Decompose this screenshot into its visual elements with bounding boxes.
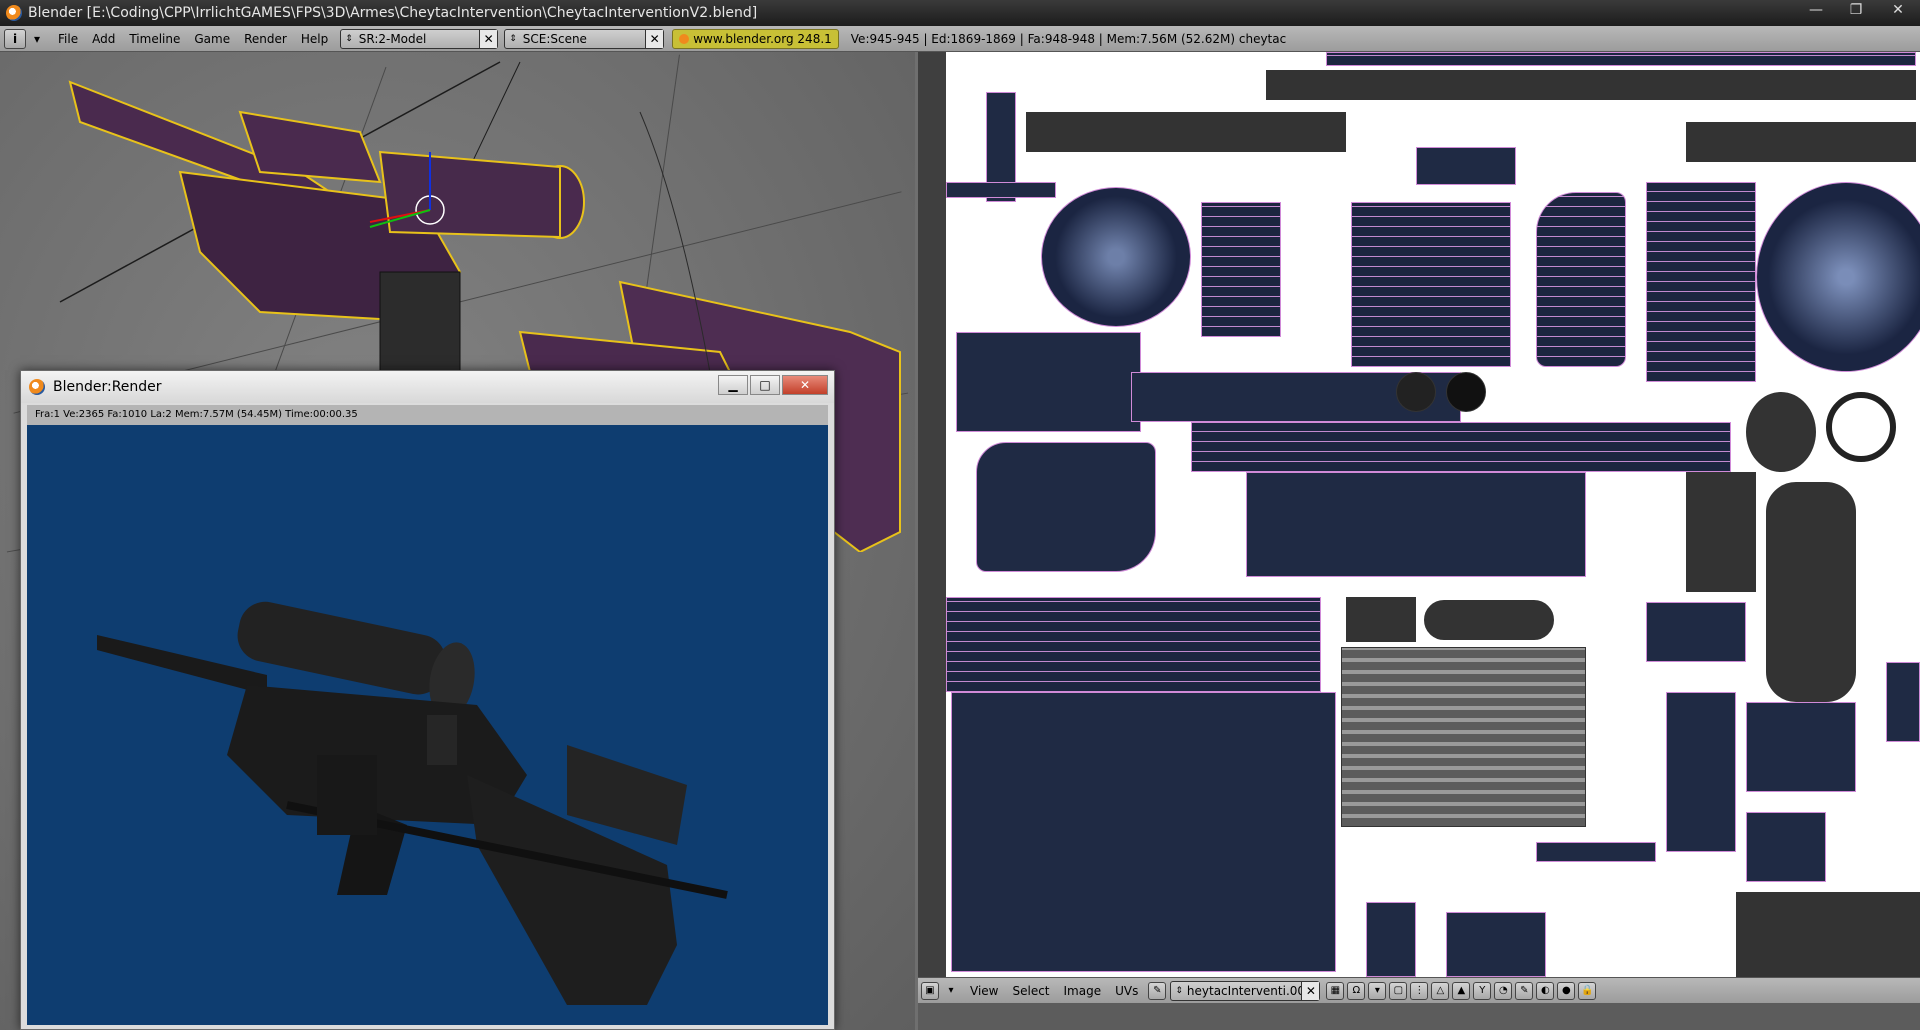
uv-texture-image[interactable] xyxy=(946,52,1920,977)
render-window[interactable]: Blender:Render ▁ □ ✕ Fra:1 Ve:2365 Fa:10… xyxy=(20,370,835,1030)
dot-icon[interactable]: ● xyxy=(1557,981,1576,1000)
blender-render-logo-icon xyxy=(29,379,45,395)
scene-selector[interactable]: ⇕ SCE:Scene ✕ xyxy=(504,28,665,49)
minimize-button[interactable]: — xyxy=(1796,0,1836,22)
uv-header-collapse-icon[interactable]: ▾ xyxy=(942,982,960,1000)
uv-image-editor[interactable] xyxy=(918,52,1920,977)
scene-stats: Ve:945-945 | Ed:1869-1869 | Fa:948-948 |… xyxy=(850,31,1287,46)
image-selector-arrow-icon: ⇕ xyxy=(1175,985,1183,996)
paint-icon[interactable]: ✎ xyxy=(1515,981,1534,1000)
render-maximize-button[interactable]: □ xyxy=(750,375,780,395)
image-selector[interactable]: ⇕ heytacInterventi.006 ✕ xyxy=(1170,980,1321,1001)
uv-menu-view[interactable]: View xyxy=(970,984,998,998)
editor-type-button[interactable]: ▣ xyxy=(921,981,939,1000)
render-close-button[interactable]: ✕ xyxy=(782,375,828,395)
rendered-rifle-image xyxy=(97,601,728,1005)
info-window-type-button[interactable]: i xyxy=(4,28,26,49)
close-button[interactable]: ✕ xyxy=(1876,0,1920,22)
menu-game[interactable]: Game xyxy=(194,32,230,46)
blender-version-label: www.blender.org 248.1 xyxy=(693,31,832,46)
render-window-titlebar[interactable]: Blender:Render ▁ □ ✕ xyxy=(21,371,834,403)
scene-name: SCE:Scene xyxy=(522,31,587,46)
blender-logo-icon xyxy=(6,5,22,21)
screen-selector[interactable]: ⇕ SR:2-Model ✕ xyxy=(340,28,499,49)
delete-screen-button[interactable]: ✕ xyxy=(479,29,498,48)
render-minimize-button[interactable]: ▁ xyxy=(718,375,748,395)
vertex-select-icon[interactable]: ▢ xyxy=(1389,981,1408,1000)
uv-menu-image[interactable]: Image xyxy=(1064,984,1102,998)
proportional-edit-icon[interactable]: ◔ xyxy=(1494,981,1513,1000)
scene-selector-arrow-icon: ⇕ xyxy=(509,33,517,44)
screen-name: SR:2-Model xyxy=(358,31,427,46)
bottom-strip xyxy=(918,1003,1920,1030)
snap-icon[interactable]: Ω xyxy=(1347,981,1366,1000)
blender-org-link[interactable]: www.blender.org 248.1 xyxy=(672,28,839,49)
screen-selector-arrow-icon: ⇕ xyxy=(345,33,353,44)
pivot-icon[interactable]: Y xyxy=(1473,981,1492,1000)
delete-scene-button[interactable]: ✕ xyxy=(645,29,664,48)
menu-render[interactable]: Render xyxy=(244,32,287,46)
menu-file[interactable]: File xyxy=(58,32,78,46)
menu-help[interactable]: Help xyxy=(301,32,328,46)
blender-logo-small-icon xyxy=(679,33,690,44)
face-select-icon[interactable]: ▲ xyxy=(1452,981,1471,1000)
sticky-select-icon[interactable]: ⋮ xyxy=(1410,981,1429,1000)
pin-icon[interactable]: ✎ xyxy=(1148,981,1167,1000)
maximize-button[interactable]: ❐ xyxy=(1836,0,1876,22)
dropdown-icon[interactable]: ▾ xyxy=(1368,981,1387,1000)
pack-image-icon[interactable]: ▦ xyxy=(1326,981,1345,1000)
image-name: heytacInterventi.006 xyxy=(1186,983,1313,998)
menu-timeline[interactable]: Timeline xyxy=(129,32,180,46)
window-title: Blender [E:\Coding\CPP\IrrlichtGAMES\FPS… xyxy=(28,5,758,21)
main-header: i ▾ File Add Timeline Game Render Help ⇕… xyxy=(0,26,1920,52)
render-canvas xyxy=(27,425,828,1025)
edge-select-icon[interactable]: △ xyxy=(1431,981,1450,1000)
window-titlebar: Blender [E:\Coding\CPP\IrrlichtGAMES\FPS… xyxy=(0,0,1920,26)
uv-editor-header: ▣ ▾ View Select Image UVs ✎ ⇕ heytacInte… xyxy=(918,977,1920,1003)
uv-menu-select[interactable]: Select xyxy=(1012,984,1049,998)
unlink-image-button[interactable]: ✕ xyxy=(1301,981,1320,1000)
render-info-bar: Fra:1 Ve:2365 Fa:1010 La:2 Mem:7.57M (54… xyxy=(27,405,828,425)
menu-add[interactable]: Add xyxy=(92,32,115,46)
uv-menu-uvs[interactable]: UVs xyxy=(1115,984,1138,998)
render-window-title: Blender:Render xyxy=(53,379,162,395)
sample-icon[interactable]: ◐ xyxy=(1536,981,1555,1000)
header-collapse-icon[interactable]: ▾ xyxy=(30,29,44,49)
lock-icon[interactable]: 🔒 xyxy=(1578,981,1597,1000)
